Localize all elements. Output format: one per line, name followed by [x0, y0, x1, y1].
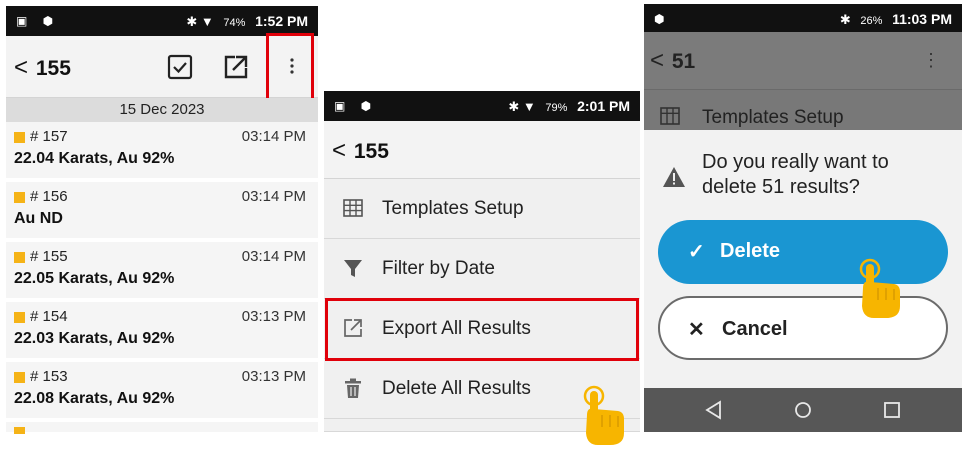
status-right: ✱ ▼ 79% 2:01 PM	[508, 98, 630, 115]
result-row[interactable]: # 156 03:14 PM Au ND	[6, 182, 318, 240]
select-checkbox-icon[interactable]	[166, 53, 194, 81]
delete-button[interactable]: ✓ Delete	[658, 220, 948, 284]
result-time: 03:14 PM	[241, 188, 306, 205]
battery-level: 79%	[545, 102, 568, 114]
wifi-icon: ▼	[200, 14, 214, 29]
more-vert-icon: ⋮	[922, 50, 940, 70]
battery-level: 74%	[223, 17, 246, 29]
results-list-screen: ▣ ⬢ ✱ ▼ 74% 1:52 PM < 155 15 Dec 2023 # …	[6, 6, 318, 434]
result-marker	[14, 252, 25, 263]
result-value: 22.08 Karats, Au 92%	[14, 390, 175, 407]
nav-back-icon[interactable]	[702, 398, 726, 422]
result-number: # 156	[30, 188, 68, 205]
status-bar: ▣ ⬢ ✱ ▼ 74% 1:52 PM	[6, 6, 318, 36]
result-row-partial[interactable]	[6, 422, 318, 434]
grid-icon	[660, 107, 680, 125]
result-time: 03:13 PM	[241, 308, 306, 325]
back-label: 155	[353, 140, 389, 163]
confirm-dialog: Do you really want to delete 51 results?…	[644, 130, 962, 388]
date-header: 15 Dec 2023	[6, 98, 318, 122]
clock: 1:52 PM	[255, 13, 308, 29]
bluetooth-icon: ✱	[839, 12, 851, 27]
result-marker	[14, 192, 25, 203]
menu-item-label: Filter by Date	[382, 258, 495, 279]
cancel-button[interactable]: ✕ Cancel	[658, 296, 948, 360]
nav-recents-icon[interactable]	[880, 398, 904, 422]
result-value: 22.03 Karats, Au 92%	[14, 330, 175, 347]
dialog-message: Do you really want to delete 51 results?	[702, 150, 889, 200]
chevron-left-icon: <	[332, 137, 347, 164]
result-number: # 153	[30, 368, 68, 385]
clock: 11:03 PM	[892, 11, 952, 27]
cancel-button-label: Cancel	[722, 318, 788, 340]
result-marker	[14, 132, 25, 143]
chevron-left-icon: <	[14, 54, 29, 81]
filter-icon	[344, 260, 362, 277]
notification-icons: ▣ ⬢	[16, 14, 60, 28]
back-label: 51	[671, 50, 696, 73]
back-button[interactable]: < 155	[14, 54, 71, 82]
app-bar-dimmed: < 51 ⋮	[644, 32, 962, 90]
android-nav-bar	[644, 388, 962, 432]
overflow-menu-screen: ▣ ⬢ ✱ ▼ 79% 2:01 PM < 155 Templates Setu…	[324, 91, 640, 432]
nav-home-icon[interactable]	[791, 398, 815, 422]
wifi-icon: ▼	[522, 99, 536, 114]
status-bar: ▣ ⬢ ✱ ▼ 79% 2:01 PM	[324, 91, 640, 121]
result-marker	[14, 372, 25, 383]
result-row[interactable]: # 155 03:14 PM 22.05 Karats, Au 92%	[6, 242, 318, 300]
grid-icon	[343, 199, 363, 217]
pointing-hand-icon	[583, 385, 624, 445]
dialog-message-line: delete 51 results?	[702, 176, 860, 198]
result-time: 03:14 PM	[241, 248, 306, 265]
close-icon: ✕	[688, 319, 705, 341]
status-bar: ⬢ ✱ 26% 11:03 PM	[644, 4, 962, 32]
menu-item-label: Delete All Results	[382, 378, 531, 399]
result-time: 03:13 PM	[241, 368, 306, 385]
highlight-more-options	[266, 33, 314, 103]
chevron-left-icon: <	[650, 47, 665, 74]
status-right: ✱ ▼ 74% 1:52 PM	[186, 13, 308, 30]
bluetooth-icon: ✱	[508, 99, 520, 114]
dialog-message-line: Do you really want to	[702, 151, 889, 173]
dimmed-menu-item: Templates Setup	[644, 90, 962, 130]
menu-item-filter-by-date[interactable]: Filter by Date	[324, 239, 640, 299]
result-row[interactable]: # 154 03:13 PM 22.03 Karats, Au 92%	[6, 302, 318, 360]
clock: 2:01 PM	[577, 98, 630, 114]
result-value: 22.04 Karats, Au 92%	[14, 150, 175, 167]
pointing-hand-icon	[859, 258, 900, 318]
result-marker	[14, 312, 25, 323]
result-time: 03:14 PM	[241, 128, 306, 145]
warning-icon	[663, 167, 685, 187]
menu-item-label: Templates Setup	[382, 198, 524, 219]
delete-button-label: Delete	[720, 240, 781, 262]
app-bar: < 155	[324, 121, 640, 179]
back-button[interactable]: < 155	[332, 137, 389, 165]
back-button: < 51	[650, 47, 695, 75]
result-number: # 154	[30, 308, 68, 325]
highlight-export-all-results	[325, 298, 639, 361]
notification-icons: ▣ ⬢	[334, 99, 378, 113]
notification-icons: ⬢	[654, 12, 671, 26]
status-right: ✱ 26% 11:03 PM	[840, 11, 952, 28]
battery-level: 26%	[860, 15, 883, 27]
back-label: 155	[35, 57, 71, 80]
result-value: Au ND	[14, 210, 63, 227]
menu-item-templates-setup[interactable]: Templates Setup	[324, 179, 640, 239]
result-row[interactable]: # 153 03:13 PM 22.08 Karats, Au 92%	[6, 362, 318, 420]
result-marker	[14, 427, 25, 434]
delete-confirmation-screen: ⬢ ✱ 26% 11:03 PM < 51 ⋮ Templates Setup …	[644, 4, 962, 432]
trash-icon	[345, 378, 361, 398]
check-icon: ✓	[688, 241, 705, 263]
result-number: # 155	[30, 248, 68, 265]
result-value: 22.05 Karats, Au 92%	[14, 270, 175, 287]
dimmed-menu-label: Templates Setup	[702, 107, 844, 128]
result-number: # 157	[30, 128, 68, 145]
result-row[interactable]: # 157 03:14 PM 22.04 Karats, Au 92%	[6, 122, 318, 180]
export-icon[interactable]	[222, 53, 250, 81]
bluetooth-icon: ✱	[186, 14, 198, 29]
